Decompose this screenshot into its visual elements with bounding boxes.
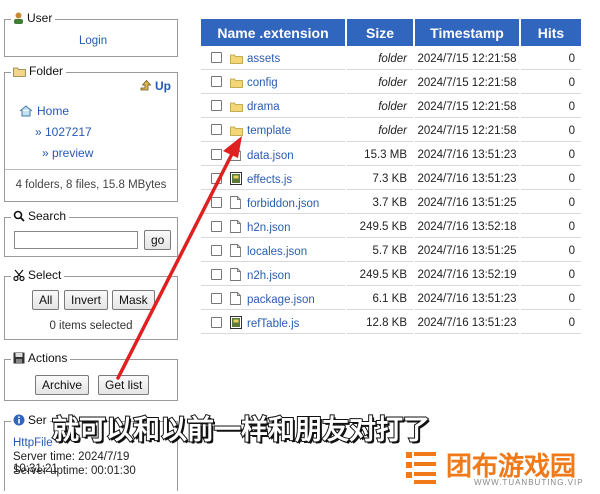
watermark-logo-icon	[406, 452, 436, 484]
watermark: 团布游戏园 WWW.TUANBUTING.VIP	[404, 446, 594, 490]
watermark-url: WWW.TUANBUTING.VIP	[474, 478, 584, 487]
video-subtitle: 就可以和以前一样和朋友对打了	[51, 414, 431, 447]
